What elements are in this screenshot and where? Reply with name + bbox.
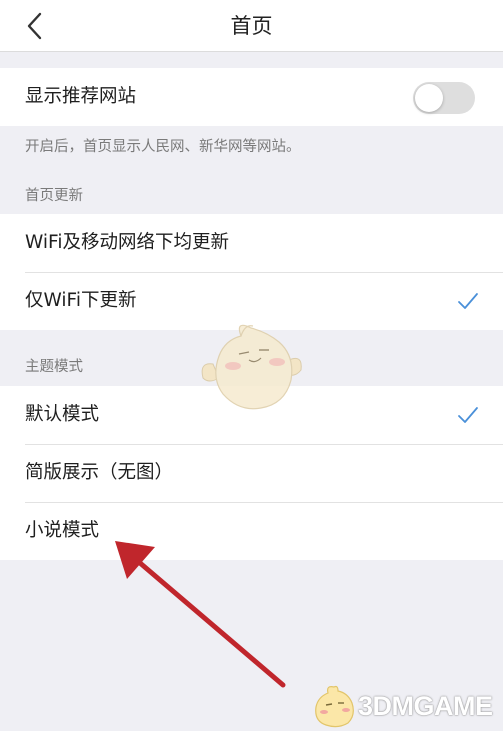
check-icon [458,407,478,423]
recommend-sites-row[interactable]: 显示推荐网站 [0,68,503,126]
check-icon [458,293,478,309]
theme-section-title: 主题模式 [25,359,83,375]
recommend-sites-label: 显示推荐网站 [25,86,137,107]
update-options-section: WiFi及移动网络下均更新 仅WiFi下更新 [0,214,503,330]
brand-logo-icon [315,685,354,728]
mascot-watermark-icon [201,324,302,410]
update-section-title: 首页更新 [25,188,83,204]
theme-option-lite[interactable]: 简版展示（无图） [0,444,503,502]
option-label: 仅WiFi下更新 [25,290,137,311]
chevron-left-icon [27,12,42,40]
recommend-note: 开启后，首页显示人民网、新华网等网站。 [25,139,301,155]
recommend-section: 显示推荐网站 [0,68,503,126]
site-watermark: 3DMGAME [308,683,498,729]
option-label: 小说模式 [25,520,100,541]
toggle-knob [415,84,443,112]
update-option-all-networks[interactable]: WiFi及移动网络下均更新 [0,214,503,272]
option-label: WiFi及移动网络下均更新 [25,232,229,253]
red-arrow-annotation [115,541,286,688]
option-label: 简版展示（无图） [25,462,174,483]
recommend-sites-toggle[interactable] [413,82,475,114]
brand-text: 3DMGAME [358,691,493,721]
option-label: 默认模式 [25,404,100,425]
page-title: 首页 [230,14,273,38]
back-button[interactable] [18,8,54,44]
top-nav-bar: 首页 [0,0,503,52]
